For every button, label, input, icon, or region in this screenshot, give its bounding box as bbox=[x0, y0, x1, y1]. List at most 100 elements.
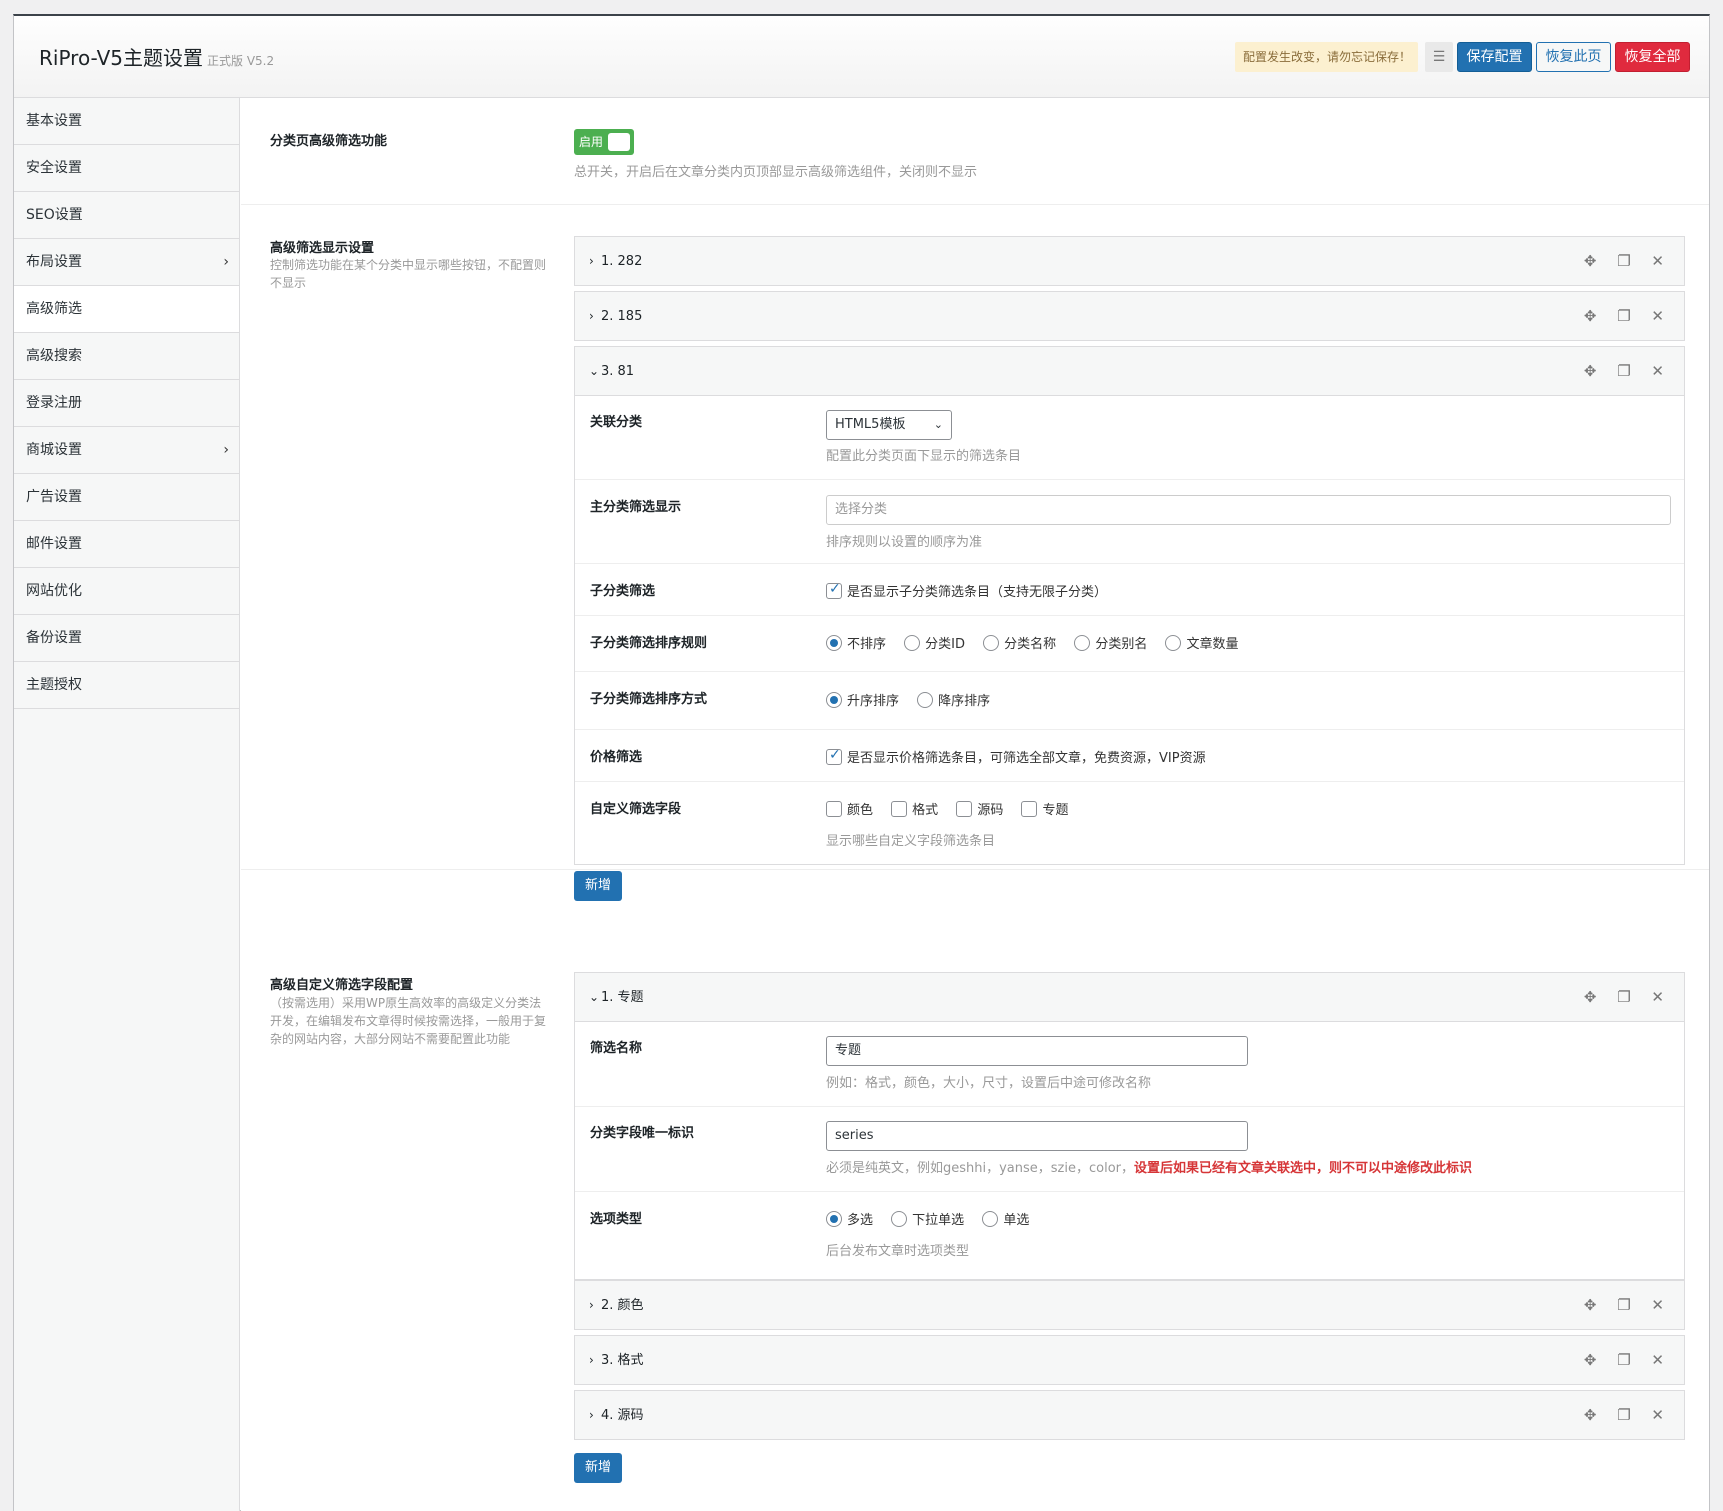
toggle-label: 启用 bbox=[579, 135, 604, 149]
sidebar-item-filter[interactable]: 高级筛选 bbox=[14, 286, 239, 333]
accordion-title: 4. 源码 bbox=[601, 1408, 644, 1423]
field-help: 配置此分类页面下显示的筛选条目 bbox=[826, 449, 1022, 464]
sidebar-item-layout[interactable]: 布局设置 › bbox=[14, 239, 239, 286]
expand-icon[interactable]: ☰ bbox=[1425, 42, 1453, 72]
sidebar-item-search[interactable]: 高级搜索 bbox=[14, 333, 239, 380]
save-button[interactable]: 保存配置 bbox=[1457, 42, 1532, 72]
radio-icon bbox=[983, 635, 1000, 651]
add-button[interactable]: 新增 bbox=[574, 871, 622, 901]
sidebar-item-shop[interactable]: 商城设置 › bbox=[14, 427, 239, 474]
version-label: 正式版 V5.2 bbox=[207, 54, 275, 68]
checkbox-checked-icon bbox=[826, 747, 842, 765]
field-help: 后台发布文章时选项类型 bbox=[826, 1244, 970, 1259]
switch-help: 总开关，开启后在文章分类内页顶部显示高级筛选组件，关闭则不显示 bbox=[574, 165, 978, 180]
field-label: 子分类筛选 bbox=[590, 584, 656, 599]
accordion-header[interactable]: › 2. 颜色 ✥ ❐ ✕ bbox=[575, 1281, 1684, 1329]
slug-input[interactable]: series bbox=[826, 1121, 1248, 1151]
custom-section: 高级自定义筛选字段配置 （按需选用）采用WP原生高效率的高级定义分类法开发，在编… bbox=[241, 940, 1709, 1511]
accordion-header[interactable]: › 4. 源码 ✥ ❐ ✕ bbox=[575, 1391, 1684, 1439]
custom-section-desc: （按需选用）采用WP原生高效率的高级定义分类法开发，在编辑发布文章得时候按需选择… bbox=[270, 996, 547, 1046]
sidebar-item-login[interactable]: 登录注册 bbox=[14, 380, 239, 427]
settings-frame: RiPro-V5主题设置 正式版 V5.2 配置发生改变，请勿忘记保存！ ☰ 保存… bbox=[13, 14, 1710, 1511]
sidebar-item-optimize[interactable]: 网站优化 bbox=[14, 568, 239, 615]
sidebar-item-license[interactable]: 主题授权 bbox=[14, 662, 239, 709]
radio-option[interactable]: 多选 bbox=[826, 1209, 873, 1228]
field-row: 分类字段唯一标识 series 必须是纯英文，例如geshhi，yanse，sz… bbox=[575, 1107, 1684, 1192]
sidebar-item-security[interactable]: 安全设置 bbox=[14, 145, 239, 192]
sidebar: 基本设置 安全设置 SEO设置 布局设置 › 高级筛选 高级搜索 登录注册 商城设… bbox=[14, 98, 240, 1511]
sidebar-item-seo[interactable]: SEO设置 bbox=[14, 192, 239, 239]
accordion-item-expanded[interactable]: ⌄ 1. 专题 ✥ ❐ ✕ 筛选名称 专题 例如：格式，颜色，大小，尺寸，设置后中途… bbox=[574, 972, 1685, 1280]
filter-name-input[interactable]: 专题 bbox=[826, 1036, 1248, 1066]
reset-page-button[interactable]: 恢复此页 bbox=[1536, 42, 1611, 72]
radio-selected-icon bbox=[826, 635, 842, 651]
accordion-item[interactable]: › 3. 格式 ✥ ❐ ✕ bbox=[574, 1335, 1685, 1385]
accordion-tools-icon[interactable]: ✥ ❐ ✕ bbox=[1584, 973, 1672, 1021]
sort-rule-radio-group: 不排序 分类ID 分类名称 分类别名 文章数量 bbox=[826, 633, 1252, 652]
checkbox-icon bbox=[1021, 801, 1038, 817]
header: RiPro-V5主题设置 正式版 V5.2 配置发生改变，请勿忘记保存！ ☰ 保存… bbox=[14, 16, 1709, 98]
accordion-tools-icon[interactable]: ✥ ❐ ✕ bbox=[1584, 237, 1672, 285]
subcat-checkbox[interactable]: 是否显示子分类筛选条目（支持无限子分类） bbox=[826, 581, 1107, 600]
field-label: 关联分类 bbox=[590, 415, 643, 430]
price-checkbox[interactable]: 是否显示价格筛选条目，可筛选全部文章，免费资源，VIP资源 bbox=[826, 747, 1206, 766]
custom-section-title: 高级自定义筛选字段配置 bbox=[270, 978, 414, 993]
accordion-tools-icon[interactable]: ✥ ❐ ✕ bbox=[1584, 347, 1672, 395]
checkbox-checked-icon bbox=[826, 581, 842, 599]
add-button[interactable]: 新增 bbox=[574, 1453, 622, 1483]
accordion-item[interactable]: › 1. 282 ✥ ❐ ✕ bbox=[574, 236, 1685, 286]
field-label: 主分类筛选显示 bbox=[590, 500, 682, 515]
accordion-title: 2. 颜色 bbox=[601, 1298, 644, 1313]
checkbox-icon bbox=[891, 801, 908, 817]
radio-option[interactable]: 分类名称 bbox=[983, 633, 1056, 652]
accordion-header[interactable]: › 3. 格式 ✥ ❐ ✕ bbox=[575, 1336, 1684, 1384]
radio-icon bbox=[1165, 635, 1182, 651]
checkbox-option[interactable]: 格式 bbox=[891, 799, 938, 818]
accordion-header[interactable]: › 1. 282 ✥ ❐ ✕ bbox=[575, 237, 1684, 285]
radio-option[interactable]: 分类别名 bbox=[1074, 633, 1147, 652]
radio-option[interactable]: 单选 bbox=[982, 1209, 1029, 1228]
accordion-tools-icon[interactable]: ✥ ❐ ✕ bbox=[1584, 292, 1672, 340]
accordion-title: 1. 专题 bbox=[601, 990, 644, 1005]
radio-option[interactable]: 分类ID bbox=[904, 633, 965, 652]
reset-all-button[interactable]: 恢复全部 bbox=[1615, 42, 1690, 72]
accordion-header[interactable]: ⌄ 1. 专题 ✥ ❐ ✕ bbox=[575, 973, 1684, 1021]
accordion-tools-icon[interactable]: ✥ ❐ ✕ bbox=[1584, 1391, 1672, 1439]
accordion-tools-icon[interactable]: ✥ ❐ ✕ bbox=[1584, 1336, 1672, 1384]
chevron-down-icon: ⌄ bbox=[589, 990, 600, 1004]
slug-warning: 设置后如果已经有文章关联选中，则不可以中途修改此标识 bbox=[1134, 1161, 1473, 1176]
sidebar-item-mail[interactable]: 邮件设置 bbox=[14, 521, 239, 568]
custom-field-checkboxes: 颜色 格式 源码 专题 bbox=[826, 799, 1082, 818]
accordion-item-expanded[interactable]: ⌄ 3. 81 ✥ ❐ ✕ 关联分类 HTML5模板 ⌄ 配置此分类页面下显示的筛选条… bbox=[574, 346, 1685, 865]
sidebar-item-ads[interactable]: 广告设置 bbox=[14, 474, 239, 521]
radio-option[interactable]: 下拉单选 bbox=[891, 1209, 964, 1228]
checkbox-option[interactable]: 颜色 bbox=[826, 799, 873, 818]
radio-icon bbox=[1074, 635, 1091, 651]
checkbox-option[interactable]: 源码 bbox=[956, 799, 1003, 818]
accordion-tools-icon[interactable]: ✥ ❐ ✕ bbox=[1584, 1281, 1672, 1329]
radio-option[interactable]: 降序排序 bbox=[917, 690, 990, 709]
checkbox-option[interactable]: 专题 bbox=[1021, 799, 1068, 818]
accordion-header[interactable]: › 2. 185 ✥ ❐ ✕ bbox=[575, 292, 1684, 340]
accordion-header[interactable]: ⌄ 3. 81 ✥ ❐ ✕ bbox=[575, 347, 1684, 395]
radio-option[interactable]: 升序排序 bbox=[826, 690, 899, 709]
sort-order-radio-group: 升序排序 降序排序 bbox=[826, 690, 1004, 709]
accordion-body: 筛选名称 专题 例如：格式，颜色，大小，尺寸，设置后中途可修改名称 分类字段唯一… bbox=[575, 1021, 1684, 1279]
enable-toggle[interactable]: 启用 bbox=[574, 129, 634, 155]
field-help: 例如：格式，颜色，大小，尺寸，设置后中途可修改名称 bbox=[826, 1076, 1152, 1091]
accordion-item[interactable]: › 2. 颜色 ✥ ❐ ✕ bbox=[574, 1280, 1685, 1330]
field-help: 必须是纯英文，例如geshhi，yanse，szie，color，设置后如果已经… bbox=[826, 1161, 1473, 1176]
field-help: 显示哪些自定义字段筛选条目 bbox=[826, 834, 996, 849]
field-row: 主分类筛选显示 选择分类 排序规则以设置的顺序为准 bbox=[575, 480, 1684, 564]
accordion-item[interactable]: › 4. 源码 ✥ ❐ ✕ bbox=[574, 1390, 1685, 1440]
radio-option[interactable]: 文章数量 bbox=[1165, 633, 1238, 652]
accordion-item[interactable]: › 2. 185 ✥ ❐ ✕ bbox=[574, 291, 1685, 341]
page-title: RiPro-V5主题设置 正式版 V5.2 bbox=[39, 46, 275, 70]
category-select[interactable]: HTML5模板 ⌄ bbox=[826, 410, 952, 440]
category-chooser-input[interactable]: 选择分类 bbox=[826, 495, 1671, 525]
radio-icon bbox=[891, 1211, 908, 1227]
accordion-title: 3. 81 bbox=[601, 364, 635, 379]
radio-option[interactable]: 不排序 bbox=[826, 633, 886, 652]
sidebar-item-backup[interactable]: 备份设置 bbox=[14, 615, 239, 662]
sidebar-item-basic[interactable]: 基本设置 bbox=[14, 98, 239, 145]
